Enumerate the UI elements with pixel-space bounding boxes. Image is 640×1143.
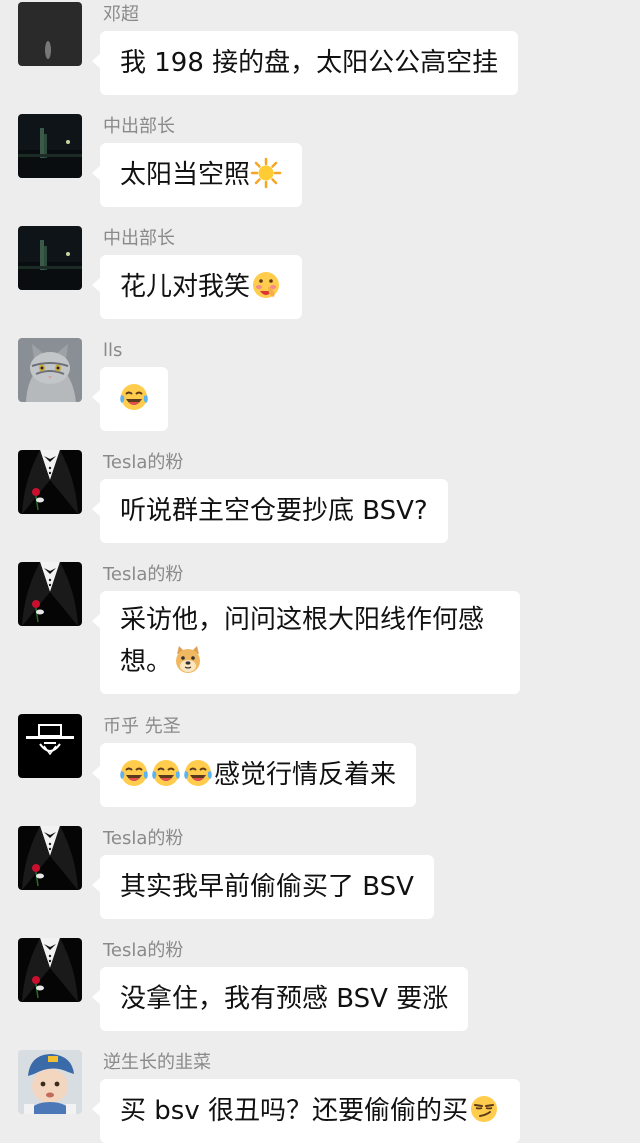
tears-of-joy-emoji-icon	[118, 381, 150, 413]
message-text: 花儿对我笑	[120, 272, 251, 302]
message-text: 听说群主空仓要抄底 BSV?	[120, 496, 428, 526]
sender-name: lls	[103, 340, 123, 361]
message-text: 太阳当空照	[120, 160, 251, 190]
avatar[interactable]	[18, 226, 82, 290]
chat-message-list[interactable]: 邓超 我 198 接的盘，太阳公公高空挂 中出部长 太阳当空照 中出部长 花儿对…	[0, 0, 640, 1143]
avatar[interactable]	[18, 1050, 82, 1114]
message-bubble[interactable]	[92, 367, 168, 431]
message-text: 没拿住，我有预感 BSV 要涨	[120, 984, 449, 1014]
sender-name: Tesla的粉	[103, 828, 184, 849]
sender-name: 中出部长	[103, 228, 175, 249]
chat-message: 逆生长的韭菜 买 bsv 很丑吗？还要偷偷的买	[0, 1048, 640, 1143]
sender-name: 中出部长	[103, 116, 175, 137]
sender-name: Tesla的粉	[103, 940, 184, 961]
sun-emoji-icon	[250, 157, 282, 189]
message-text-line: 采访他，问问这根大阳线作何感	[120, 605, 485, 635]
doge-emoji-icon	[172, 644, 204, 676]
sender-name: Tesla的粉	[103, 564, 184, 585]
cat-avatar-icon	[18, 338, 82, 402]
chat-message: Tesla的粉 采访他，问问这根大阳线作何感 想。	[0, 560, 640, 700]
chat-message: lls	[0, 336, 640, 436]
sender-name: 逆生长的韭菜	[103, 1052, 211, 1073]
tuxedo-rose-avatar-icon	[18, 938, 82, 1002]
avatar[interactable]	[18, 450, 82, 514]
message-text: 其实我早前偷偷买了 BSV	[120, 872, 414, 902]
avatar[interactable]	[18, 826, 82, 890]
message-bubble[interactable]: 没拿住，我有预感 BSV 要涨	[91, 967, 469, 1031]
night-city-avatar-icon	[18, 226, 82, 290]
face-hand-emoji-icon	[250, 269, 282, 301]
chat-message: 邓超 我 198 接的盘，太阳公公高空挂	[0, 0, 640, 100]
avatar[interactable]	[18, 938, 82, 1002]
message-bubble[interactable]: 我 198 接的盘，太阳公公高空挂	[91, 31, 519, 95]
night-city-avatar-icon	[18, 114, 82, 178]
chat-message: 中出部长 太阳当空照	[0, 112, 640, 212]
smirk-emoji-icon	[468, 1093, 500, 1125]
message-bubble[interactable]: 采访他，问问这根大阳线作何感 想。	[92, 591, 520, 694]
tuxedo-rose-avatar-icon	[18, 450, 82, 514]
message-bubble[interactable]: 买 bsv 很丑吗？还要偷偷的买	[92, 1079, 520, 1143]
message-text-line: 想。	[120, 647, 173, 677]
message-bubble[interactable]: 听说群主空仓要抄底 BSV?	[92, 479, 448, 543]
sender-name: Tesla的粉	[103, 452, 184, 473]
tears-of-joy-emoji-icon	[182, 757, 214, 789]
chat-message: Tesla的粉 听说群主空仓要抄底 BSV?	[0, 448, 640, 548]
tears-of-joy-emoji-icon	[150, 757, 182, 789]
avatar[interactable]	[18, 714, 82, 778]
avatar[interactable]	[18, 2, 82, 66]
tuxedo-rose-avatar-icon	[18, 826, 82, 890]
message-bubble[interactable]: 花儿对我笑	[91, 255, 303, 319]
chat-message: Tesla的粉 没拿住，我有预感 BSV 要涨	[0, 936, 640, 1036]
avatar[interactable]	[18, 562, 82, 626]
message-bubble[interactable]: 太阳当空照	[91, 143, 303, 207]
dark-gray-avatar-icon	[18, 2, 82, 66]
chat-message: 币乎 先圣 感觉行情反着来	[0, 712, 640, 812]
hat-man-avatar-icon	[18, 714, 82, 778]
message-bubble[interactable]: 其实我早前偷偷买了 BSV	[92, 855, 434, 919]
tears-of-joy-emoji-icon	[118, 757, 150, 789]
message-text: 买 bsv 很丑吗？还要偷偷的买	[120, 1096, 468, 1126]
avatar[interactable]	[18, 338, 82, 402]
tuxedo-rose-avatar-icon	[18, 562, 82, 626]
message-text-line-wrap: 想。	[120, 641, 500, 683]
avatar[interactable]	[18, 114, 82, 178]
message-bubble[interactable]: 感觉行情反着来	[91, 743, 417, 807]
sender-name: 邓超	[103, 4, 139, 25]
chat-message: Tesla的粉 其实我早前偷偷买了 BSV	[0, 824, 640, 924]
chat-message: 中出部长 花儿对我笑	[0, 224, 640, 324]
message-text: 感觉行情反着来	[214, 760, 397, 790]
sender-name: 币乎 先圣	[103, 716, 181, 737]
message-text: 我 198 接的盘，太阳公公高空挂	[120, 48, 499, 78]
child-avatar-icon	[18, 1050, 82, 1114]
